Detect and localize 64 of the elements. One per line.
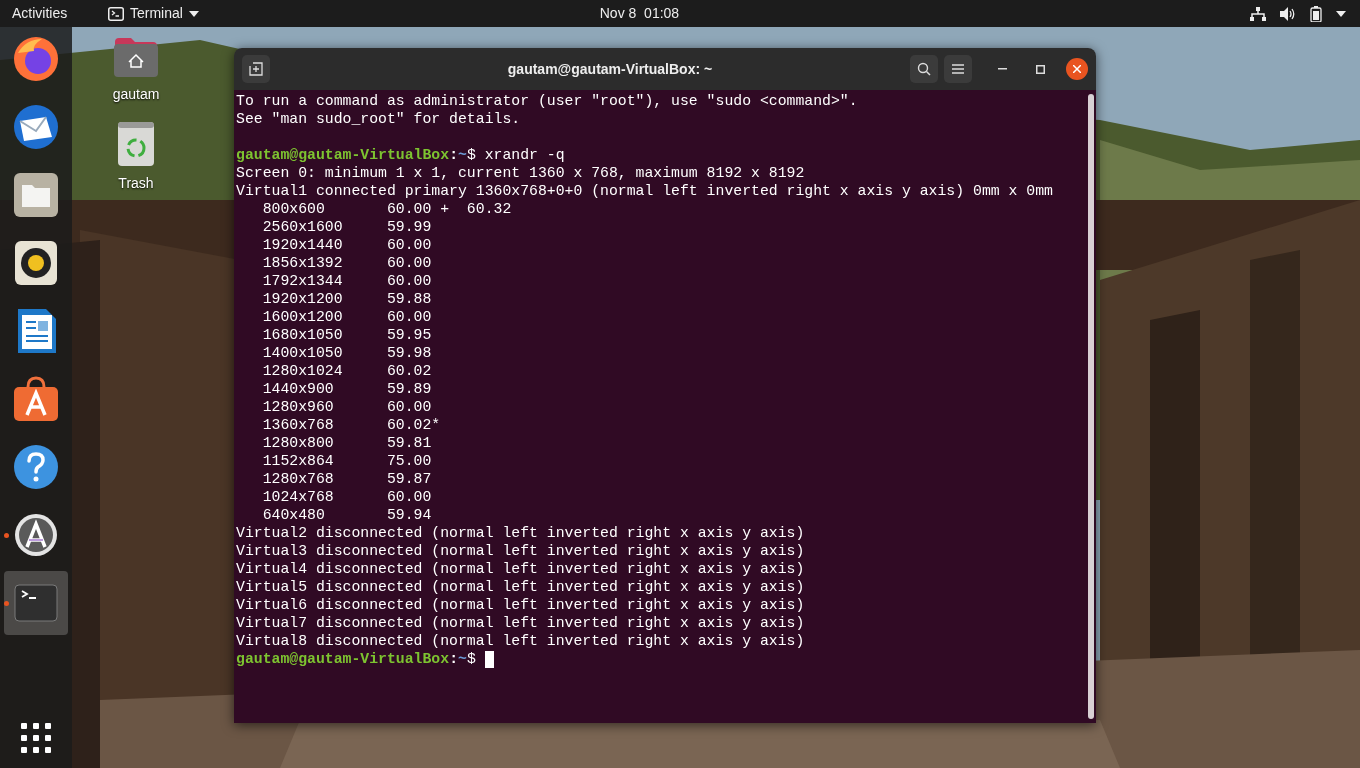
speaker-icon [12, 239, 60, 287]
home-folder-icon [113, 36, 159, 78]
menu-icon [952, 64, 964, 74]
terminal-output-line: 2560x1600 59.99 [261, 218, 432, 236]
scrollbar-thumb[interactable] [1088, 94, 1094, 719]
folder-icon [12, 171, 60, 219]
new-tab-button[interactable] [242, 55, 270, 83]
terminal-output-line: Virtual3 disconnected (normal left inverted right x axis y axis) [236, 542, 805, 560]
terminal-output-line: 1920x1440 60.00 [261, 236, 432, 254]
desktop-icon-label[interactable]: gautam [112, 84, 160, 105]
network-icon[interactable] [1250, 6, 1266, 21]
terminal-icon [108, 6, 124, 21]
window-title: gautam@gautam-VirtualBox: ~ [507, 59, 713, 79]
desktop-icon-label[interactable]: Trash [118, 173, 154, 194]
caret-icon [188, 10, 199, 17]
terminal-output-line: Virtual6 disconnected (normal left inverted right x axis y axis) [236, 596, 805, 614]
terminal-output-line: Virtual7 disconnected (normal left inverted right x axis y axis) [236, 614, 805, 632]
caret-icon[interactable] [1336, 10, 1346, 17]
trash-icon [117, 121, 155, 167]
terminal-output-line: Virtual5 disconnected (normal left inverted right x axis y axis) [236, 578, 805, 596]
close-button[interactable] [1066, 58, 1088, 80]
terminal-output-line: To run a command as administrator (user "root"), use "sudo <command>". [236, 92, 858, 110]
terminal-output-line: 1280x800 59.81 [261, 434, 432, 452]
shopping-bag-icon [12, 375, 60, 423]
volume-icon[interactable] [1280, 6, 1296, 21]
update-icon [12, 511, 60, 559]
clock[interactable]: Nov 8 01:08 [599, 3, 680, 24]
app-menu[interactable]: Terminal [108, 3, 199, 24]
terminal-output-line: Virtual1 connected primary 1360x768+0+0 (normal left inverted right x axis y axis) 0mm x 0mm [236, 182, 1053, 200]
search-icon [917, 62, 931, 76]
terminal-output-line: 1024x768 60.00 [261, 488, 432, 506]
fox-globe-icon [12, 35, 60, 83]
terminal-output-line: 1152x864 75.00 [261, 452, 432, 470]
battery-icon[interactable] [1310, 5, 1322, 22]
prompt-line: gautam@gautam-VirtualBox:~$ xrandr -q [236, 146, 565, 164]
minimize-icon [997, 68, 1007, 70]
terminal-output-line: 1280x960 60.00 [261, 398, 432, 416]
terminal-output-line: 800x600 60.00 + 60.32 [261, 200, 512, 218]
help-icon [12, 443, 60, 491]
mail-bird-icon [12, 103, 60, 151]
terminal-output-line: 1920x1200 59.88 [261, 290, 432, 308]
search-button[interactable] [910, 55, 938, 83]
terminal-output-line: 1792x1344 60.00 [261, 272, 432, 290]
terminal-output-line: 1280x1024 60.02 [261, 362, 432, 380]
maximize-icon [1035, 64, 1045, 74]
terminal-output-line: Virtual4 disconnected (normal left inverted right x axis y axis) [236, 560, 805, 578]
terminal-output-line: 1360x768 60.02* [261, 416, 441, 434]
terminal-output-line: Virtual2 disconnected (normal left inverted right x axis y axis) [236, 524, 805, 542]
terminal-output-line: 1400x1050 59.98 [261, 344, 432, 362]
terminal-output-line: See "man sudo_root" for details. [236, 110, 521, 128]
terminal-output-line: 1440x900 59.89 [261, 380, 432, 398]
app-grid-icon[interactable] [20, 722, 52, 754]
terminal-output-line: 1280x768 59.87 [261, 470, 432, 488]
terminal-output-line: 640x480 59.94 [261, 506, 432, 524]
menu-button[interactable] [944, 55, 972, 83]
new-tab-icon [249, 62, 263, 76]
terminal-output-line: 1856x1392 60.00 [261, 254, 432, 272]
prompt-line: gautam@gautam-VirtualBox:~$ [236, 650, 477, 668]
activities-button[interactable]: Activities [12, 3, 94, 24]
terminal-output-line: 1680x1050 59.95 [261, 326, 432, 344]
terminal-output-line: Virtual8 disconnected (normal left inverted right x axis y axis) [236, 632, 805, 650]
terminal-output-line: Screen 0: minimum 1 x 1, current 1360 x 768, maximum 8192 x 8192 [236, 164, 805, 182]
terminal-output-line: 1600x1200 60.00 [261, 308, 432, 326]
close-icon [1073, 65, 1081, 73]
